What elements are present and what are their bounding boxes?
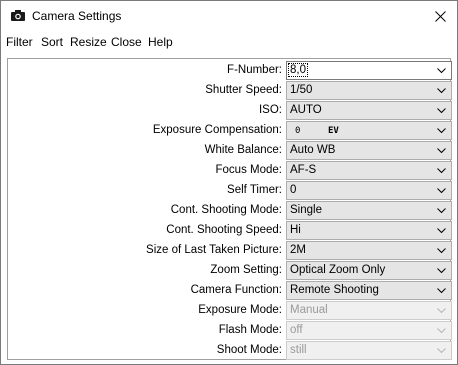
setting-label: Self Timer:: [227, 184, 282, 196]
setting-row-exposure-compensation: Exposure Compensation: 0 EV: [8, 121, 452, 141]
shoot-mode-dropdown: still: [286, 341, 452, 360]
window-title: Camera Settings: [32, 9, 122, 23]
setting-row-size-of-last-picture: Size of Last Taken Picture: 2M: [8, 241, 452, 261]
chevron-down-icon: [437, 148, 446, 154]
shutter-speed-dropdown[interactable]: 1/50: [286, 81, 452, 100]
zoom-setting-dropdown[interactable]: Optical Zoom Only: [286, 261, 452, 280]
picture-size-dropdown[interactable]: 2M: [286, 241, 452, 260]
setting-label: Size of Last Taken Picture:: [146, 244, 282, 256]
chevron-down-icon: [437, 248, 446, 254]
setting-label: Flash Mode:: [218, 324, 282, 336]
chevron-down-icon: [437, 308, 446, 314]
setting-row-shutter-speed: Shutter Speed: 1/50: [8, 81, 452, 101]
menu-filter[interactable]: Filter: [6, 35, 33, 49]
setting-label: Exposure Compensation:: [152, 124, 282, 136]
settings-panel: F-Number: 8,0 Shutter Speed: 1/50 ISO: A…: [7, 58, 452, 361]
setting-label: White Balance:: [204, 144, 282, 156]
close-button[interactable]: [423, 1, 457, 31]
setting-label: Shoot Mode:: [216, 344, 282, 356]
setting-value: 8,0: [288, 63, 308, 77]
setting-row-cont-shooting-mode: Cont. Shooting Mode: Single: [8, 201, 452, 221]
exposure-mode-dropdown: Manual: [286, 301, 452, 320]
setting-value: 0: [295, 126, 301, 136]
menu-bar: Filter Sort Resize Close Help: [1, 31, 457, 53]
setting-row-self-timer: Self Timer: 0: [8, 181, 452, 201]
setting-label: Cont. Shooting Speed:: [166, 224, 282, 236]
iso-dropdown[interactable]: AUTO: [286, 101, 452, 120]
setting-value: Manual: [290, 304, 328, 316]
setting-value: 0: [290, 184, 297, 196]
menu-close[interactable]: Close: [111, 35, 142, 49]
close-icon: [434, 10, 446, 22]
chevron-down-icon: [437, 288, 446, 294]
setting-value: 2M: [290, 244, 306, 256]
white-balance-dropdown[interactable]: Auto WB: [286, 141, 452, 160]
menu-help[interactable]: Help: [148, 35, 173, 49]
camera-icon: [11, 10, 25, 21]
setting-value: Optical Zoom Only: [290, 264, 386, 276]
flash-mode-dropdown: off: [286, 321, 452, 340]
chevron-down-icon: [437, 208, 446, 214]
setting-value: off: [290, 324, 303, 336]
setting-label: Exposure Mode:: [198, 304, 282, 316]
setting-label: Shutter Speed:: [205, 84, 282, 96]
setting-value: AF-S: [290, 164, 317, 176]
camera-function-dropdown[interactable]: Remote Shooting: [286, 281, 452, 300]
setting-label: Cont. Shooting Mode:: [170, 204, 282, 216]
setting-row-shoot-mode: Shoot Mode: still: [8, 341, 452, 361]
setting-label: F-Number:: [227, 64, 282, 76]
setting-value: 1/50: [290, 84, 313, 96]
chevron-down-icon: [437, 268, 446, 274]
chevron-down-icon: [437, 128, 446, 134]
exposure-compensation-dropdown[interactable]: 0 EV: [286, 121, 452, 140]
menu-sort[interactable]: Sort: [41, 35, 63, 49]
setting-row-iso: ISO: AUTO: [8, 101, 452, 121]
chevron-down-icon: [437, 168, 446, 174]
setting-row-cont-shooting-speed: Cont. Shooting Speed: Hi: [8, 221, 452, 241]
chevron-down-icon: [437, 68, 446, 74]
chevron-down-icon: [437, 188, 446, 194]
cont-shooting-speed-dropdown[interactable]: Hi: [286, 221, 452, 240]
setting-row-zoom-setting: Zoom Setting: Optical Zoom Only: [8, 261, 452, 281]
setting-value: Single: [290, 204, 322, 216]
setting-label: ISO:: [258, 104, 282, 116]
chevron-down-icon: [437, 88, 446, 94]
setting-value: Auto WB: [290, 144, 336, 156]
cont-shooting-mode-dropdown[interactable]: Single: [286, 201, 452, 220]
camera-settings-window: Camera Settings Filter Sort Resize Close…: [0, 0, 458, 365]
setting-row-camera-function: Camera Function: Remote Shooting: [8, 281, 452, 301]
setting-unit: EV: [328, 126, 339, 136]
chevron-down-icon: [437, 228, 446, 234]
setting-value: AUTO: [290, 104, 322, 116]
setting-row-flash-mode: Flash Mode: off: [8, 321, 452, 341]
title-bar[interactable]: Camera Settings: [1, 1, 457, 31]
chevron-down-icon: [437, 328, 446, 334]
setting-value: Hi: [290, 224, 301, 236]
setting-row-f-number: F-Number: 8,0: [8, 61, 452, 81]
setting-value: still: [290, 344, 307, 356]
f-number-dropdown[interactable]: 8,0: [286, 61, 452, 80]
setting-label: Camera Function:: [190, 284, 282, 296]
setting-row-exposure-mode: Exposure Mode: Manual: [8, 301, 452, 321]
self-timer-dropdown[interactable]: 0: [286, 181, 452, 200]
chevron-down-icon: [437, 348, 446, 354]
setting-label: Zoom Setting:: [210, 264, 282, 276]
setting-row-white-balance: White Balance: Auto WB: [8, 141, 452, 161]
chevron-down-icon: [437, 108, 446, 114]
setting-value: Remote Shooting: [290, 284, 379, 296]
setting-label: Focus Mode:: [215, 164, 282, 176]
setting-row-focus-mode: Focus Mode: AF-S: [8, 161, 452, 181]
focus-mode-dropdown[interactable]: AF-S: [286, 161, 452, 180]
menu-resize[interactable]: Resize: [70, 35, 107, 49]
